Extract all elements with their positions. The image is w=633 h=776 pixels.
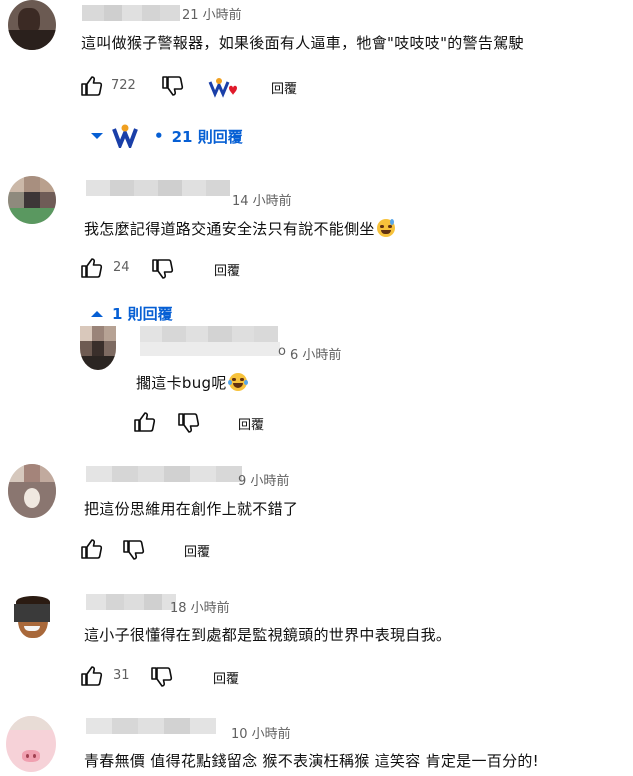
comment-time: 18 小時前 (170, 601, 230, 616)
sweat-smile-emoji (376, 219, 395, 237)
blurred-username[interactable] (86, 718, 216, 734)
thumbs-down-icon[interactable] (122, 538, 146, 562)
avatar[interactable] (80, 326, 116, 370)
creator-avatar-icon (112, 124, 138, 148)
avatar[interactable] (8, 0, 56, 50)
thumbs-up-icon[interactable] (80, 256, 104, 280)
chevron-up-icon (91, 310, 103, 317)
blurred-username[interactable] (140, 326, 278, 342)
chevron-down-icon (91, 133, 103, 139)
thumbs-down-icon[interactable] (151, 257, 175, 281)
comment-time: 21 小時前 (182, 8, 242, 23)
comment-text: 青春無價 值得花點錢留念 猴不表演枉稱猴 這笑容 肯定是一百分的! (84, 752, 539, 770)
avatar[interactable] (8, 176, 56, 224)
creator-heart-icon (208, 76, 238, 100)
bullet: • (154, 127, 164, 145)
reply-time: 6 小時前 (290, 348, 342, 363)
tears-of-joy-emoji (227, 373, 248, 391)
view-replies-button[interactable]: • 21 則回覆 (90, 124, 243, 148)
thumbs-down-icon[interactable] (161, 74, 185, 98)
comment-text: 把這份思維用在創作上就不錯了 (84, 500, 299, 518)
thumbs-up-icon[interactable] (80, 74, 104, 98)
thumbs-up-icon[interactable] (80, 664, 104, 688)
thumbs-up-icon[interactable] (80, 537, 104, 561)
thumbs-up-icon[interactable] (133, 410, 157, 434)
blurred-username[interactable] (86, 594, 176, 610)
comment-text: 這小子很懂得在到處都是監視鏡頭的世界中表現自我。 (84, 626, 452, 644)
comment-time: 14 小時前 (232, 194, 292, 209)
reply-button[interactable]: 回覆 (214, 260, 240, 279)
like-count: 24 (113, 260, 130, 275)
reply-author-tail: o (278, 344, 286, 359)
replies-count: 1 則回覆 (112, 305, 173, 323)
comment-text: 這叫做猴子警報器，如果後面有人逼車，牠會"吱吱吱"的警告駕駛 (81, 34, 524, 52)
thumbs-down-icon[interactable] (150, 665, 174, 689)
comment-time: 10 小時前 (231, 727, 291, 742)
avatar[interactable] (8, 464, 56, 518)
reply-button[interactable]: 回覆 (271, 78, 297, 97)
thumbs-down-icon[interactable] (177, 411, 201, 435)
blurred-username[interactable] (86, 466, 242, 482)
comment-time: 9 小時前 (238, 474, 290, 489)
hide-replies-button[interactable]: 1 則回覆 (90, 303, 173, 324)
replies-count: 21 則回覆 (171, 127, 243, 146)
blurred-username[interactable] (82, 5, 180, 21)
reply-button[interactable]: 回覆 (213, 668, 239, 687)
like-count: 722 (111, 78, 136, 93)
like-count: 31 (113, 668, 130, 683)
avatar[interactable] (10, 592, 56, 644)
blurred-username-row2 (140, 342, 280, 356)
comment-text: 我怎麼記得道路交通安全法只有說不能側坐 (84, 218, 395, 239)
blurred-username[interactable] (86, 180, 230, 196)
avatar[interactable] (6, 716, 56, 772)
reply-button[interactable]: 回覆 (238, 414, 264, 433)
reply-button[interactable]: 回覆 (184, 541, 210, 560)
reply-text: 擱這卡bug呢 (136, 372, 248, 393)
